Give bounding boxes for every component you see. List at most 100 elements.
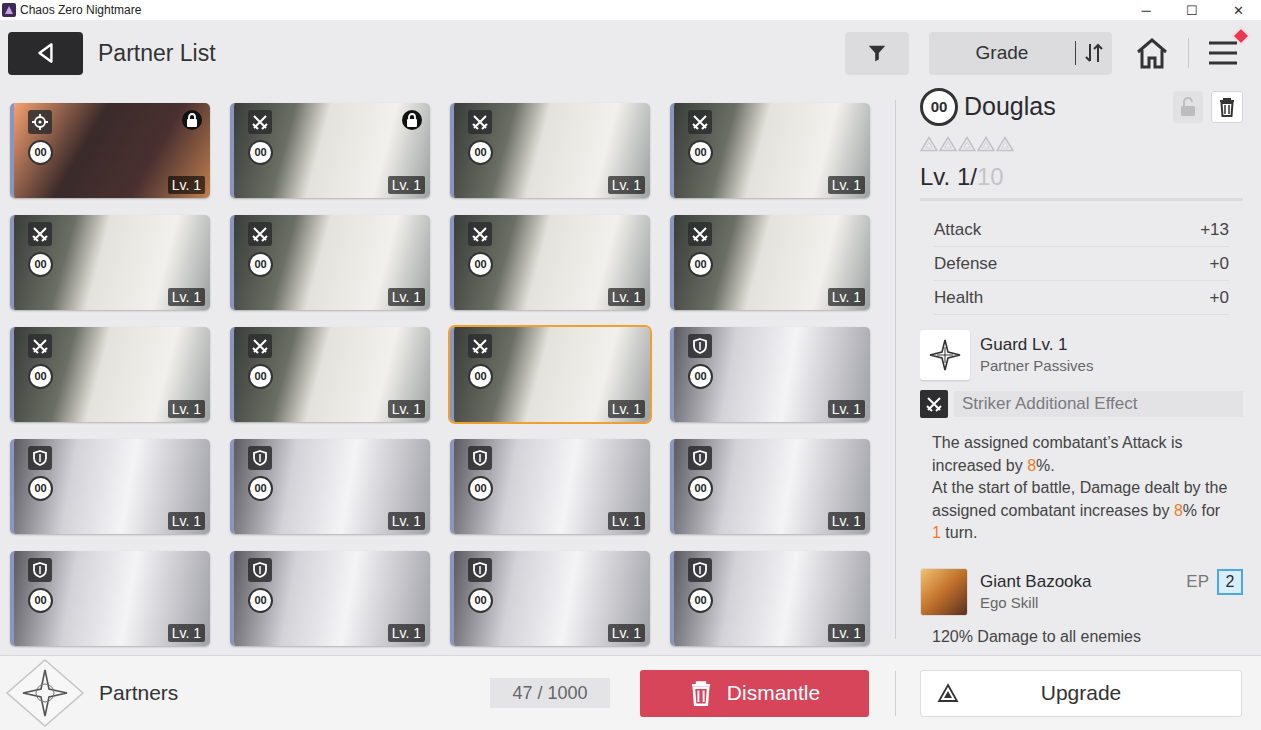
home-icon[interactable]: [1134, 36, 1170, 70]
skill-image: [920, 568, 968, 616]
partner-card[interactable]: 00Lv. 1: [230, 215, 430, 310]
grade-badge: 00: [688, 588, 713, 613]
upgrade-triangle-icon: [937, 683, 959, 703]
upgrade-label: Upgrade: [959, 677, 1241, 709]
skill-cost: EP2: [1186, 569, 1243, 595]
role-shield-icon: [248, 446, 272, 470]
role-striker-icon: [468, 110, 492, 134]
level-label: Lv. 1: [828, 400, 865, 418]
striker-swords-icon: [920, 390, 948, 418]
role-striker-icon: [688, 110, 712, 134]
menu-button[interactable]: [1207, 39, 1239, 67]
partner-card[interactable]: 00Lv. 1: [670, 439, 870, 534]
window-control-button[interactable]: ☐: [1169, 4, 1215, 17]
footer-title: Partners: [99, 677, 178, 709]
trash-icon[interactable]: [1211, 91, 1243, 123]
level-current: Lv. 1/: [920, 164, 977, 190]
footer-divider: [895, 671, 896, 716]
stat-label: Defense: [934, 251, 997, 277]
filter-funnel-icon: [866, 42, 888, 64]
window-control-button[interactable]: ─: [1123, 4, 1169, 17]
role-striker-icon: [248, 334, 272, 358]
partner-card[interactable]: 00Lv. 1: [670, 215, 870, 310]
description-line: At the start of battle, Damage dealt by …: [932, 477, 1231, 545]
grade-badge: 00: [468, 476, 493, 501]
role-striker-icon: [28, 222, 52, 246]
partner-card[interactable]: 00Lv. 1: [230, 327, 430, 422]
partner-card[interactable]: 00Lv. 1: [450, 439, 650, 534]
grade-triangle-icon: [996, 136, 1014, 152]
grade-badge: 00: [248, 588, 273, 613]
upgrade-button[interactable]: Upgrade: [920, 670, 1242, 717]
partner-grid: 00 Lv. 1 00 Lv. 1 00 Lv. 1 00 Lv. 1 00 Lv. 1 00 Lv.…: [10, 103, 870, 646]
role-shield-icon: [468, 558, 492, 582]
dismantle-button[interactable]: Dismantle: [640, 670, 869, 717]
partner-card[interactable]: 00Lv. 1: [450, 103, 650, 198]
level-label: Lv. 1: [168, 624, 205, 642]
dismantle-label: Dismantle: [727, 677, 820, 709]
role-striker-icon: [468, 222, 492, 246]
partner-card[interactable]: 00Lv. 1: [230, 439, 430, 534]
stat-value: +0: [1210, 251, 1229, 277]
role-shield-icon: [688, 558, 712, 582]
partner-card[interactable]: 00Lv. 1: [10, 215, 210, 310]
grade-badge: 00: [28, 588, 53, 613]
skill-description: 120% Damage to all enemies: [920, 627, 1243, 647]
partner-card[interactable]: 00 Lv. 1: [10, 551, 210, 646]
description-line: The assigned combatant’s Attack is incre…: [932, 432, 1231, 477]
grade-triangle-icon: [920, 136, 938, 152]
partner-card[interactable]: 00Lv. 1: [10, 439, 210, 534]
name-row: 00Douglas: [920, 88, 1243, 126]
passive-name: Guard Lv. 1: [980, 334, 1093, 356]
grade-triangle-icon: [977, 136, 995, 152]
level-label: Lv. 1: [608, 624, 645, 642]
content: 00 Lv. 1 00 Lv. 1 00 Lv. 1 00 Lv. 1 00 Lv. 1 00 Lv.…: [0, 86, 1261, 655]
back-arrow-icon: [33, 40, 59, 66]
effect-label: Striker Additional Effect: [954, 391, 1243, 417]
level-label: Lv. 1: [168, 512, 205, 530]
sort-divider: [1075, 41, 1076, 65]
stat-row: Defense +0: [934, 247, 1229, 281]
partner-card[interactable]: 00 Lv. 1: [670, 327, 870, 422]
description-text: The assigned combatant’s Attack is incre…: [932, 434, 1183, 474]
window-control-button[interactable]: ✕: [1215, 4, 1261, 17]
partner-card[interactable]: 00 Lv. 1: [10, 327, 210, 422]
grade-triangle-icon: [939, 136, 957, 152]
sort-order-icon[interactable]: [1076, 42, 1112, 64]
grade-badge: 00: [28, 140, 53, 165]
grade-badge: 00: [688, 252, 713, 277]
role-target-icon: [28, 110, 52, 134]
filter-button[interactable]: [845, 32, 909, 75]
partner-count: 47 / 1000: [490, 678, 610, 708]
sort-button[interactable]: Grade: [929, 32, 1112, 75]
partner-card[interactable]: 00Lv. 1: [230, 103, 430, 198]
partner-card[interactable]: 00Lv. 1: [450, 215, 650, 310]
level-label: Lv. 1: [168, 400, 205, 418]
lock-toggle-icon[interactable]: [1173, 91, 1203, 123]
level-label: Lv. 1: [828, 512, 865, 530]
partner-card[interactable]: 00Lv. 1: [670, 551, 870, 646]
partner-card[interactable]: 00Lv. 1: [670, 103, 870, 198]
skill-name: Giant Bazooka: [980, 571, 1186, 593]
page-title: Partner List: [98, 36, 216, 71]
title-bar: Chaos Zero Nightmare ─☐✕: [0, 0, 1261, 20]
role-shield-icon: [28, 558, 52, 582]
partner-card[interactable]: 00Lv. 1: [10, 103, 210, 198]
grade-badge: 00: [28, 364, 53, 389]
panel-divider: [895, 100, 896, 639]
window-title: Chaos Zero Nightmare: [20, 4, 141, 16]
cost-label: EP: [1186, 569, 1209, 595]
lock-icon: [182, 110, 202, 130]
partner-card[interactable]: 00Lv. 1: [230, 551, 430, 646]
partner-card[interactable]: 00Lv. 1: [450, 327, 650, 422]
back-button[interactable]: [8, 32, 83, 75]
grade-badge: 00: [248, 252, 273, 277]
partner-detail-panel: 00DouglasLv. 1/10Attack+13Defense+0Healt…: [920, 86, 1243, 655]
grade-badge: 00: [688, 364, 713, 389]
header: Partner List Grade: [0, 20, 1261, 86]
role-shield-icon: [468, 446, 492, 470]
grade-badge: 00: [248, 476, 273, 501]
partner-name: Douglas: [964, 88, 1056, 126]
passive-sparkle-icon: [920, 330, 970, 380]
partner-card[interactable]: 00Lv. 1: [450, 551, 650, 646]
